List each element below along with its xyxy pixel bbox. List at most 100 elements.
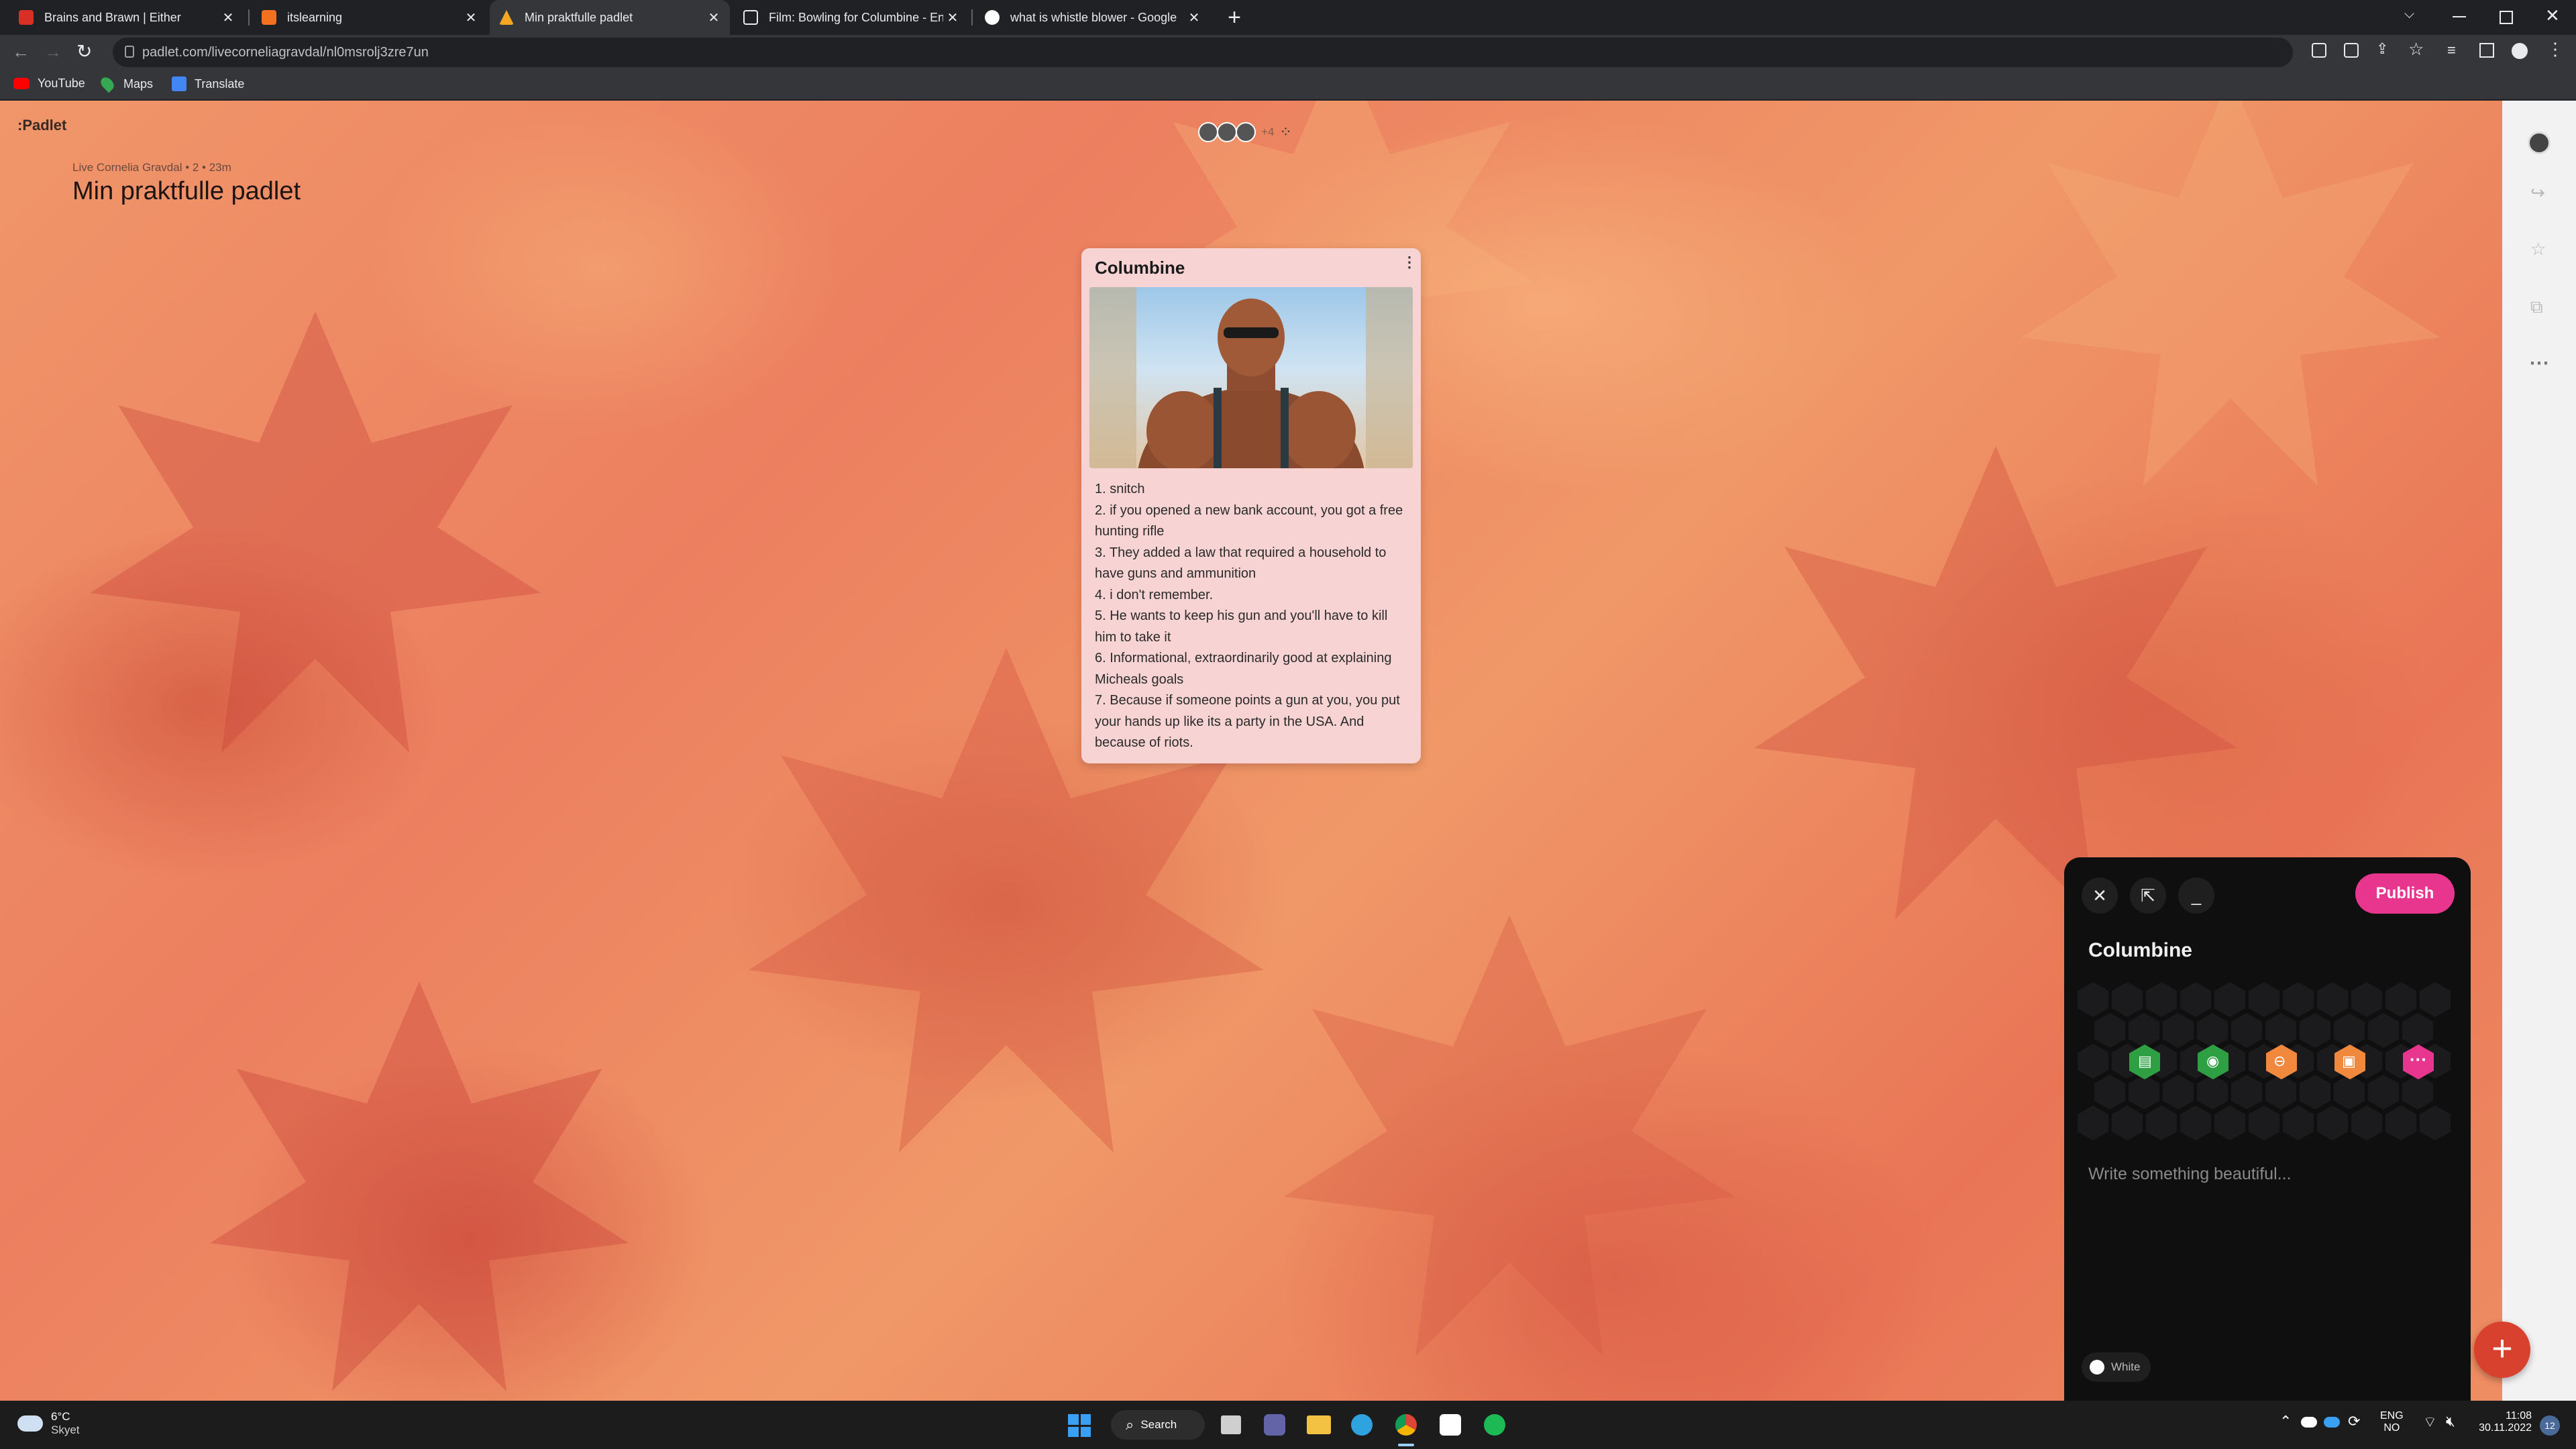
file-explorer-icon[interactable] (1307, 1415, 1331, 1434)
padlet-right-rail: ↪ ☆ ⧉ ⋯ (2502, 101, 2576, 1401)
post-line: 1. snitch (1095, 482, 1145, 496)
restore-icon[interactable] (2500, 11, 2513, 24)
post-menu-icon[interactable]: ⋮ (1402, 254, 1417, 271)
address-bar[interactable]: padlet.com/livecorneliagravdal/nl0msrolj… (113, 38, 2293, 67)
post-card[interactable]: Columbine ⋮ 1. snitch 2. if you opened a… (1081, 248, 1421, 763)
youtube-icon (13, 78, 30, 89)
lock-icon[interactable] (125, 46, 134, 58)
back-icon[interactable]: ← (12, 42, 30, 62)
close-composer-icon[interactable]: ✕ (2082, 877, 2118, 914)
reading-list-icon[interactable]: ≡ (2447, 42, 2456, 59)
camera-glyph: ◉ (2206, 1053, 2220, 1069)
update-icon[interactable]: ⟳ (2348, 1413, 2360, 1430)
weather-widget[interactable]: 6°C Skyet (17, 1410, 80, 1437)
url-text[interactable]: padlet.com/livecorneliagravdal/nl0msrolj… (142, 45, 429, 60)
post-composer: ✕ ⇱ _ Publish Columbine ▤ ◉ ⊖ ▣ ··· Writ… (2064, 857, 2471, 1401)
share-icon[interactable]: ⇪ (2376, 40, 2388, 58)
chrome-icon[interactable] (1395, 1414, 1417, 1436)
clock[interactable]: 11:08 30.11.2022 (2475, 1410, 2532, 1434)
tab-brains-and-brawn[interactable]: Brains and Brawn | Either ✕ (9, 0, 244, 35)
honeycomb-cell (2420, 982, 2451, 1017)
tab-title: Film: Bowling for Columbine - En (769, 10, 943, 24)
image-glyph: ▣ (2342, 1053, 2356, 1069)
close-icon[interactable]: ✕ (704, 8, 723, 27)
bookmark-translate[interactable]: Translate (172, 76, 244, 91)
tab-separator (248, 9, 250, 25)
padlet-meta[interactable]: Live Cornelia Gravdal • 2 • 23m (72, 161, 231, 174)
side-panel-icon[interactable] (2479, 43, 2494, 58)
honeycomb-cell (2094, 1075, 2125, 1110)
wifi-icon[interactable]: ⌔ (2423, 1413, 2437, 1432)
start-icon[interactable] (1068, 1414, 1091, 1437)
honeycomb-cell (2180, 982, 2211, 1017)
tab-padlet[interactable]: Min praktfulle padlet ✕ (490, 0, 730, 35)
profile-icon[interactable] (2512, 43, 2528, 59)
honeycomb-cell (2163, 1075, 2194, 1110)
bookmark-label: Maps (123, 76, 154, 91)
honeycomb-cell (2385, 982, 2416, 1017)
teams-chat-icon[interactable] (1264, 1414, 1285, 1436)
minimize-icon[interactable] (2453, 16, 2466, 17)
cast-icon[interactable] (2312, 43, 2326, 58)
tab-google-search[interactable]: what is whistle blower - Google ✕ (975, 0, 1210, 35)
tab-separator (971, 9, 973, 25)
post-line: 4. i don't remember. (1095, 587, 1214, 602)
tab-search-chevron-icon[interactable]: ⌵ (2404, 7, 2414, 22)
taskbar-search[interactable]: ⌕ Search (1111, 1410, 1205, 1440)
share-arrow-icon[interactable]: ↪ (2530, 182, 2545, 203)
honeycomb-cell (2300, 1013, 2330, 1048)
bookmark-maps[interactable]: Maps (98, 74, 154, 93)
color-picker-button[interactable]: White (2082, 1352, 2151, 1382)
file-glyph: ▤ (2138, 1053, 2152, 1069)
tab-itslearning[interactable]: itslearning ✕ (252, 0, 487, 35)
onedrive-icon[interactable] (2301, 1417, 2317, 1428)
language-indicator[interactable]: ENG NO (2380, 1410, 2404, 1434)
honeycomb-cell (2214, 982, 2245, 1017)
minimize-composer-icon[interactable]: _ (2178, 877, 2214, 914)
reload-icon[interactable]: ↻ (76, 40, 92, 62)
bookmark-star-icon[interactable]: ☆ (2408, 39, 2424, 60)
edge-icon[interactable] (1351, 1414, 1373, 1436)
more-icon[interactable]: ⋯ (2529, 352, 2549, 375)
honeycomb-cell (2420, 1106, 2451, 1140)
forward-icon[interactable]: → (44, 42, 62, 62)
composer-title-input[interactable]: Columbine (2088, 939, 2192, 962)
padlet-title[interactable]: Min praktfulle padlet (72, 177, 301, 206)
tab-title: itslearning (287, 10, 343, 24)
window-close-icon[interactable]: ✕ (2545, 5, 2560, 26)
bookmark-youtube[interactable]: YouTube (13, 76, 85, 91)
user-avatar[interactable] (2528, 131, 2551, 154)
task-view-icon[interactable] (1221, 1415, 1241, 1434)
install-icon[interactable] (2344, 43, 2359, 58)
collaborators[interactable]: +4 ⁘ (1198, 122, 1292, 142)
close-icon[interactable]: ✕ (1185, 8, 1203, 27)
new-tab-icon[interactable]: + (1222, 5, 1246, 30)
close-icon[interactable]: ✕ (219, 8, 237, 27)
store-icon[interactable] (1440, 1414, 1461, 1436)
menu-kebab-icon[interactable]: ⋮ (2546, 39, 2564, 60)
expand-icon[interactable]: ⇱ (2130, 877, 2166, 914)
post-image[interactable] (1089, 287, 1413, 468)
honeycomb-cell (2078, 1106, 2108, 1140)
star-icon[interactable]: ☆ (2530, 239, 2546, 260)
tab-bowling-for-columbine[interactable]: Film: Bowling for Columbine - En ✕ (734, 0, 969, 35)
tray-chevron-icon[interactable]: ⌃ (2279, 1413, 2292, 1430)
honeycomb-cell (2078, 1044, 2108, 1079)
notification-badge[interactable]: 12 (2540, 1415, 2560, 1436)
honeycomb-cell (2231, 1075, 2262, 1110)
clock-time: 11:08 (2506, 1410, 2532, 1421)
close-icon[interactable]: ✕ (462, 8, 480, 27)
color-label: White (2111, 1360, 2141, 1373)
add-post-button[interactable]: + (2474, 1322, 2530, 1378)
remake-icon[interactable]: ⧉ (2530, 297, 2543, 318)
spotify-icon[interactable] (1484, 1414, 1505, 1436)
body-placeholder[interactable]: Write something beautiful... (2088, 1165, 2291, 1184)
honeycomb-cell (2249, 1106, 2279, 1140)
close-icon[interactable]: ✕ (943, 8, 962, 27)
leaf-decoration (2021, 101, 2440, 486)
padlet-logo[interactable]: :Padlet (17, 117, 66, 134)
page-icon (743, 10, 758, 25)
cloud-sync-icon[interactable] (2324, 1417, 2340, 1428)
volume-muted-icon[interactable]: 🔇︎ (2446, 1413, 2455, 1430)
publish-button[interactable]: Publish (2355, 873, 2455, 914)
